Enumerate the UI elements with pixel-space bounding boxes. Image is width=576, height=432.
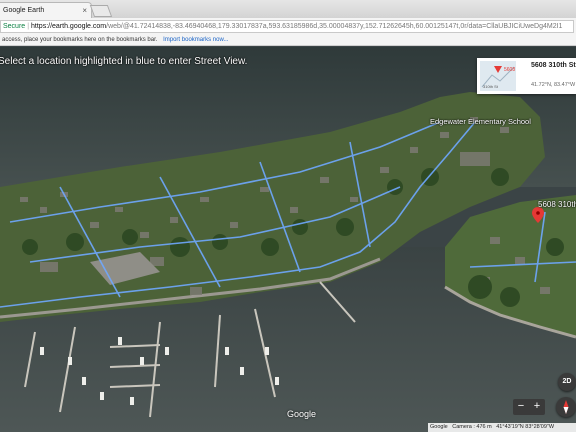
thumb-label: 5608 [504, 67, 515, 73]
cursor-coords: 41°43'19"N 83°28'09"W [496, 424, 555, 430]
status-bar: Google Camera : 476 m 41°43'19"N 83°28'0… [428, 423, 576, 432]
address-bar[interactable]: Secure | https://earth.google.com/web/@41.… [0, 20, 574, 33]
street-address-label: 5608 310th [538, 200, 576, 209]
zoom-in-button[interactable]: + [529, 399, 545, 415]
new-tab-button[interactable] [89, 5, 113, 17]
compass-button[interactable] [556, 397, 576, 417]
compass-icon [563, 400, 569, 414]
url-separator: | [27, 23, 30, 30]
toggle-2d-button[interactable]: 2D [558, 373, 576, 391]
streetview-card-coords: 41.72°N, 83.47°W [531, 82, 576, 88]
security-label: Secure [3, 23, 26, 30]
attribution: Google [430, 424, 448, 430]
bookmarks-hint: access, place your bookmarks here on the… [2, 37, 158, 43]
address-bar-row: Secure | https://earth.google.com/web/@41.… [0, 18, 576, 36]
aerial-imagery [0, 47, 576, 432]
google-logo: Google [287, 409, 317, 419]
streetview-preview-card[interactable]: 5608 310th St 5608 310th St 41.72°N, 83.… [477, 58, 576, 94]
bookmarks-bar: access, place your bookmarks here on the… [0, 35, 576, 46]
thumb-sublabel: 310th St [483, 84, 499, 89]
streetview-thumbnail: 5608 310th St [480, 61, 516, 91]
streetview-hint: Select a location highlighted in blue to… [0, 56, 248, 67]
zoom-out-button[interactable]: − [513, 399, 529, 415]
url-host: https://earth.google.com [31, 23, 107, 30]
import-bookmarks-link[interactable]: Import bookmarks now... [163, 37, 228, 43]
browser-tab[interactable]: Google Earth × [0, 2, 92, 18]
earth-map-view[interactable]: Select a location highlighted in blue to… [0, 47, 576, 432]
tab-close-icon[interactable]: × [82, 3, 87, 18]
school-label: Edgewater Elementary School [430, 117, 531, 126]
camera-altitude: Camera : 476 m [452, 424, 492, 430]
tab-title: Google Earth [3, 7, 45, 14]
browser-tab-bar: Google Earth × [0, 0, 576, 18]
school-label-text: Edgewater Elementary School [430, 117, 531, 126]
streetview-card-title: 5608 310th St [531, 62, 576, 69]
url-path: /web/@41.72414838,-83.46940468,179.33017… [106, 23, 563, 30]
